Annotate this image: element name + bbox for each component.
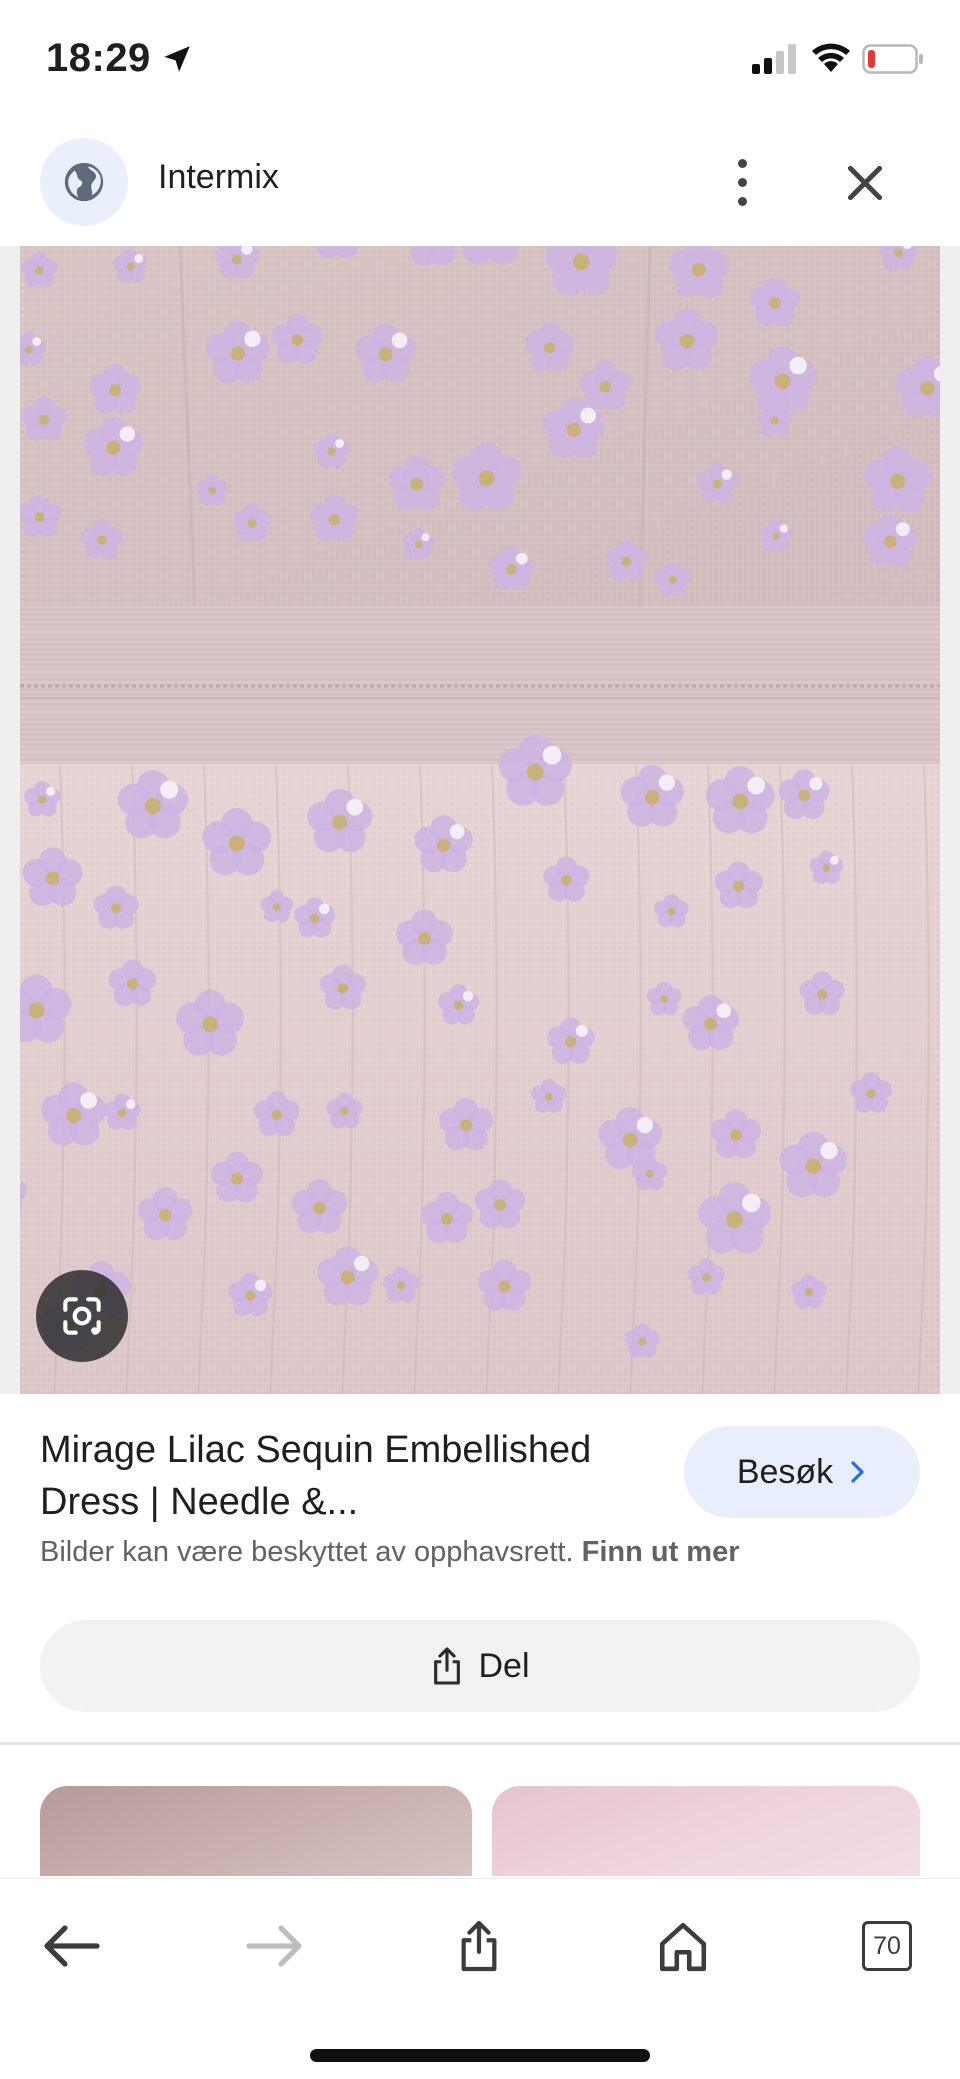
share-icon	[461, 1920, 497, 1972]
forward-button[interactable]	[240, 1911, 310, 1981]
close-icon[interactable]	[840, 158, 890, 208]
chevron-right-icon	[851, 1461, 864, 1483]
related-image-1[interactable]	[40, 1786, 472, 1876]
bottom-toolbar: 70	[0, 1878, 960, 2079]
location-arrow-icon	[164, 46, 190, 72]
toolbar-share-button[interactable]	[444, 1911, 514, 1981]
forward-icon	[246, 1925, 302, 1967]
visit-label: Besøk	[736, 1452, 834, 1491]
battery-icon	[862, 44, 923, 74]
home-indicator	[310, 2049, 650, 2062]
tabs-button[interactable]: 70	[852, 1911, 922, 1981]
status-time: 18:29	[46, 36, 151, 80]
wifi-icon	[812, 43, 850, 72]
share-button[interactable]: Del	[40, 1620, 920, 1712]
home-button[interactable]	[648, 1911, 718, 1981]
globe-icon	[64, 162, 104, 202]
site-favicon	[40, 138, 128, 226]
signal-icon	[752, 44, 796, 74]
divider	[0, 1742, 960, 1745]
back-icon	[44, 1925, 100, 1967]
more-vert-icon	[737, 158, 747, 168]
image-viewer	[0, 246, 960, 1394]
result-title[interactable]: Mirage Lilac Sequin Embellished Dress | …	[40, 1424, 660, 1528]
share-icon	[434, 1647, 461, 1685]
related-image-2[interactable]	[492, 1786, 920, 1876]
share-label: Del	[478, 1646, 530, 1685]
tabs-icon: 70	[862, 1921, 912, 1971]
copyright-text: Bilder kan være beskyttet av opphavsrett…	[40, 1536, 574, 1568]
product-image[interactable]	[20, 246, 940, 1394]
home-icon	[659, 1922, 707, 1972]
status-bar: 18:29	[0, 0, 960, 118]
back-button[interactable]	[36, 1911, 106, 1981]
copyright-notice: Bilder kan være beskyttet av opphavsrett…	[40, 1536, 740, 1569]
more-options-button[interactable]	[722, 152, 762, 212]
lens-button[interactable]	[36, 1270, 128, 1362]
learn-more-link[interactable]: Finn ut mer	[582, 1536, 740, 1568]
tab-count: 70	[873, 1931, 901, 1960]
dress-image	[20, 246, 940, 1394]
visit-button[interactable]: Besøk	[684, 1426, 920, 1518]
lens-icon	[63, 1297, 101, 1335]
site-header: Intermix	[0, 118, 960, 246]
site-name[interactable]: Intermix	[158, 158, 279, 197]
